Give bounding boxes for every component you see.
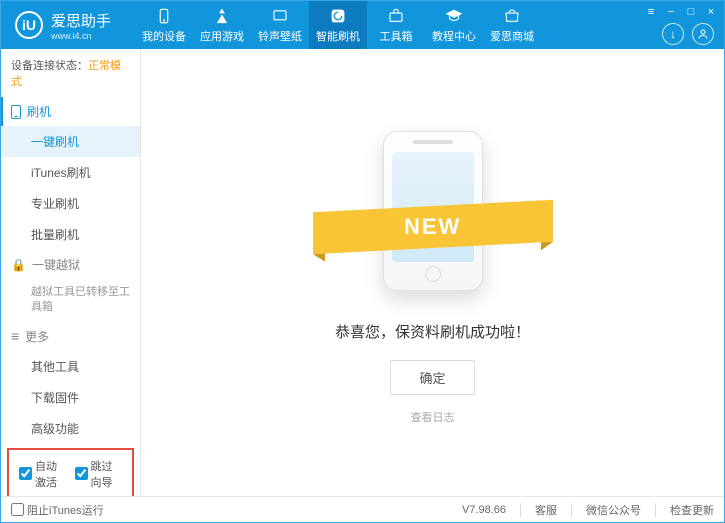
nav-label: 工具箱 bbox=[380, 28, 413, 44]
checkbox-block-itunes[interactable]: 阻止iTunes运行 bbox=[11, 502, 104, 518]
options-highlighted: 自动激活 跳过向导 bbox=[7, 448, 134, 496]
section-flash[interactable]: 刷机 bbox=[1, 97, 140, 126]
nav-bar: 我的设备 应用游戏 铃声壁纸 智能刷机 工具箱 教程中心 bbox=[135, 1, 724, 49]
connection-status: 设备连接状态：正常模式 bbox=[1, 49, 140, 97]
brand-url: www.i4.cn bbox=[51, 31, 111, 41]
main-content: NEW 恭喜您，保资料刷机成功啦！ 确定 查看日志 bbox=[141, 49, 724, 496]
separator bbox=[571, 503, 572, 517]
header-actions: ↓ bbox=[662, 23, 714, 45]
nav-store[interactable]: 爱思商城 bbox=[483, 1, 541, 49]
menu-icon: ≡ bbox=[11, 328, 19, 344]
success-illustration: NEW bbox=[333, 121, 533, 301]
phone-icon bbox=[155, 7, 173, 25]
status-label: 设备连接状态： bbox=[11, 60, 88, 72]
success-message: 恭喜您，保资料刷机成功啦！ bbox=[335, 321, 530, 342]
logo-icon: iU bbox=[15, 11, 43, 39]
nav-label: 教程中心 bbox=[432, 28, 476, 44]
section-jailbreak: 🔒 一键越狱 bbox=[1, 250, 140, 279]
maximize-button[interactable]: □ bbox=[684, 5, 698, 19]
menu-icon[interactable]: ≡ bbox=[644, 5, 658, 19]
window-controls: ≡ − □ × bbox=[644, 5, 718, 19]
status-bar: 阻止iTunes运行 V7.98.66 客服 微信公众号 检查更新 bbox=[1, 496, 724, 522]
section-label: 一键越狱 bbox=[32, 256, 80, 273]
nav-my-device[interactable]: 我的设备 bbox=[135, 1, 193, 49]
sidebar-item-batch[interactable]: 批量刷机 bbox=[1, 219, 140, 250]
body: 设备连接状态：正常模式 刷机 一键刷机 iTunes刷机 专业刷机 批量刷机 🔒… bbox=[1, 49, 724, 496]
jailbreak-note: 越狱工具已转移至工具箱 bbox=[1, 279, 140, 322]
sidebar-item-download[interactable]: 下载固件 bbox=[1, 382, 140, 413]
title-bar: iU 爱思助手 www.i4.cn 我的设备 应用游戏 铃声壁纸 智能刷机 bbox=[1, 1, 724, 49]
brand-name: 爱思助手 bbox=[51, 10, 111, 31]
close-button[interactable]: × bbox=[704, 5, 718, 19]
sidebar-item-itunes[interactable]: iTunes刷机 bbox=[1, 157, 140, 188]
sidebar: 设备连接状态：正常模式 刷机 一键刷机 iTunes刷机 专业刷机 批量刷机 🔒… bbox=[1, 49, 141, 496]
section-more[interactable]: ≡ 更多 bbox=[1, 322, 140, 351]
wallpaper-icon bbox=[271, 7, 289, 25]
logo: iU 爱思助手 www.i4.cn bbox=[1, 10, 125, 41]
version-label: V7.98.66 bbox=[462, 504, 506, 516]
view-log-link[interactable]: 查看日志 bbox=[411, 409, 455, 425]
link-support[interactable]: 客服 bbox=[535, 502, 557, 518]
nav-ringtones[interactable]: 铃声壁纸 bbox=[251, 1, 309, 49]
checkbox-auto-activate[interactable]: 自动激活 bbox=[19, 458, 67, 490]
checkbox-label: 阻止iTunes运行 bbox=[27, 502, 104, 518]
nav-label: 铃声壁纸 bbox=[258, 28, 302, 44]
checkbox-input[interactable] bbox=[11, 503, 24, 516]
nav-toolbox[interactable]: 工具箱 bbox=[367, 1, 425, 49]
sidebar-item-oneclick[interactable]: 一键刷机 bbox=[1, 126, 140, 157]
checkbox-label: 跳过向导 bbox=[91, 458, 123, 490]
sidebar-item-other[interactable]: 其他工具 bbox=[1, 351, 140, 382]
nav-label: 我的设备 bbox=[142, 28, 186, 44]
sidebar-item-advanced[interactable]: 高级功能 bbox=[1, 413, 140, 444]
link-wechat[interactable]: 微信公众号 bbox=[586, 502, 641, 518]
refresh-icon bbox=[329, 7, 347, 25]
phone-icon bbox=[11, 105, 21, 119]
nav-smart-flash[interactable]: 智能刷机 bbox=[309, 1, 367, 49]
link-update[interactable]: 检查更新 bbox=[670, 502, 714, 518]
sidebar-item-pro[interactable]: 专业刷机 bbox=[1, 188, 140, 219]
apps-icon bbox=[213, 7, 231, 25]
checkbox-skip-guide[interactable]: 跳过向导 bbox=[75, 458, 123, 490]
app-window: iU 爱思助手 www.i4.cn 我的设备 应用游戏 铃声壁纸 智能刷机 bbox=[0, 0, 725, 523]
separator bbox=[520, 503, 521, 517]
download-button[interactable]: ↓ bbox=[662, 23, 684, 45]
nav-tutorials[interactable]: 教程中心 bbox=[425, 1, 483, 49]
ribbon-text: NEW bbox=[404, 214, 461, 240]
graduation-icon bbox=[445, 7, 463, 25]
nav-label: 应用游戏 bbox=[200, 28, 244, 44]
nav-apps-games[interactable]: 应用游戏 bbox=[193, 1, 251, 49]
toolbox-icon bbox=[387, 7, 405, 25]
lock-icon: 🔒 bbox=[11, 258, 26, 272]
store-icon bbox=[503, 7, 521, 25]
user-button[interactable] bbox=[692, 23, 714, 45]
nav-label: 智能刷机 bbox=[316, 28, 360, 44]
ok-button[interactable]: 确定 bbox=[390, 360, 474, 395]
minimize-button[interactable]: − bbox=[664, 5, 678, 19]
section-label: 刷机 bbox=[27, 103, 51, 120]
checkbox-label: 自动激活 bbox=[35, 458, 67, 490]
checkbox-input[interactable] bbox=[19, 467, 32, 480]
checkbox-input[interactable] bbox=[75, 467, 88, 480]
nav-label: 爱思商城 bbox=[490, 28, 534, 44]
separator bbox=[655, 503, 656, 517]
section-label: 更多 bbox=[25, 328, 49, 345]
